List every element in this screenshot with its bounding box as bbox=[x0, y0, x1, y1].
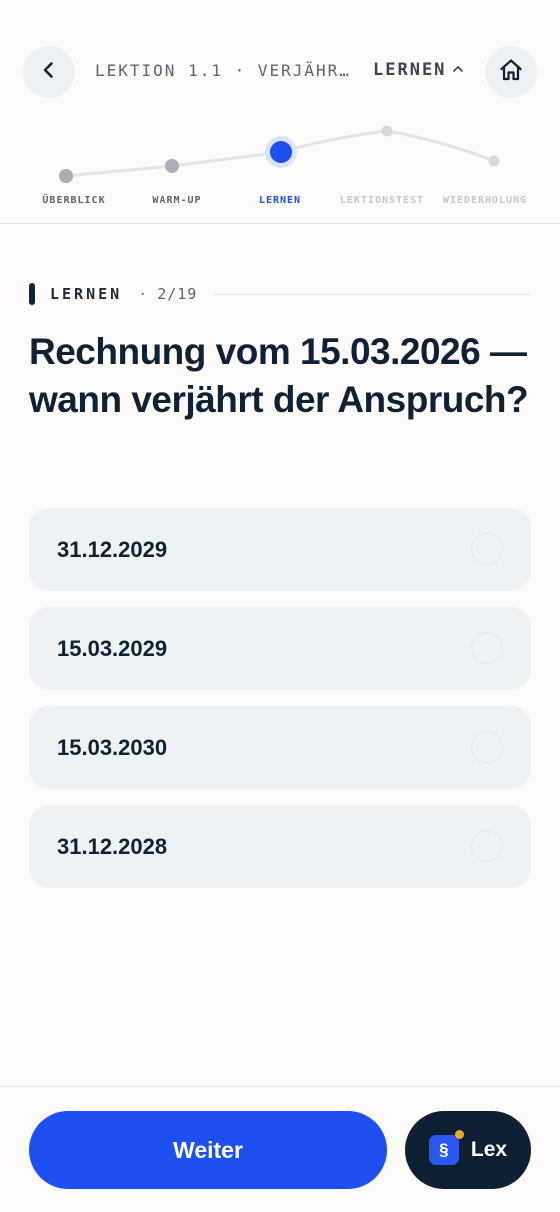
paragraph-icon: § bbox=[428, 1130, 464, 1165]
radio-button[interactable] bbox=[471, 829, 503, 862]
progress-step-label-warmup[interactable]: WARM-UP bbox=[152, 195, 201, 206]
answer-option-label: 15.03.2029 bbox=[57, 635, 168, 661]
section-name: LERNEN bbox=[50, 285, 123, 303]
section-counter: 2/19 bbox=[157, 285, 198, 303]
home-icon bbox=[498, 57, 524, 88]
answer-option[interactable]: 15.03.2029 bbox=[29, 607, 531, 690]
back-button[interactable] bbox=[23, 46, 75, 98]
radio-button[interactable] bbox=[471, 730, 503, 763]
section-divider bbox=[213, 293, 531, 295]
question-text: Rechnung vom 15.03.2026 — wann verjährt … bbox=[29, 331, 529, 420]
chevron-up-icon bbox=[452, 60, 464, 80]
radio-button[interactable] bbox=[471, 631, 503, 664]
progress-track bbox=[59, 125, 500, 183]
notification-dot bbox=[454, 1130, 464, 1139]
progress-step-label-overview[interactable]: ÜBERBLICK bbox=[42, 195, 105, 206]
continue-button[interactable]: Weiter bbox=[29, 1111, 387, 1189]
progress-step-dot-overview[interactable] bbox=[59, 169, 73, 183]
progress-step-dot-learn[interactable] bbox=[270, 141, 292, 163]
section-marker bbox=[29, 283, 35, 305]
section-header: LERNEN · 2/19 bbox=[29, 283, 531, 305]
top-navigation: LEKTION 1.1 · VERJÄHRUNGSFRISTEN LERNEN … bbox=[0, 0, 560, 224]
progress-step-label-learn[interactable]: LERNEN bbox=[259, 195, 301, 206]
progress-step-label-review[interactable]: WIEDERHOLUNG bbox=[443, 195, 527, 206]
progress-step-dot-test[interactable] bbox=[381, 125, 393, 137]
paragraph-glyph: § bbox=[439, 1140, 449, 1159]
answer-option-label: 31.12.2029 bbox=[57, 536, 168, 562]
lex-label: Lex bbox=[470, 1138, 508, 1161]
answer-option-label: 31.12.2028 bbox=[57, 833, 168, 859]
progress-step-label-test[interactable]: LEKTIONSTEST bbox=[340, 195, 424, 206]
answer-option[interactable]: 31.12.2029 bbox=[29, 508, 531, 591]
section-separator: · bbox=[138, 285, 148, 303]
radio-button[interactable] bbox=[471, 532, 503, 565]
progress-step-dot-review[interactable] bbox=[488, 155, 500, 167]
chevron-left-icon bbox=[39, 60, 59, 85]
lesson-breadcrumb: LEKTION 1.1 · VERJÄHRUNGSFRISTEN bbox=[95, 61, 357, 80]
answer-option-label: 15.03.2030 bbox=[57, 734, 168, 760]
mode-dropdown[interactable]: LERNEN bbox=[373, 60, 464, 80]
mode-label: LERNEN bbox=[373, 60, 447, 80]
lex-assistant-button[interactable]: § Lex bbox=[405, 1111, 531, 1189]
home-button[interactable] bbox=[485, 46, 537, 98]
answer-option[interactable]: 31.12.2028 bbox=[29, 805, 531, 888]
answer-option[interactable]: 15.03.2030 bbox=[29, 706, 531, 789]
progress-step-dot-warmup[interactable] bbox=[165, 159, 179, 173]
